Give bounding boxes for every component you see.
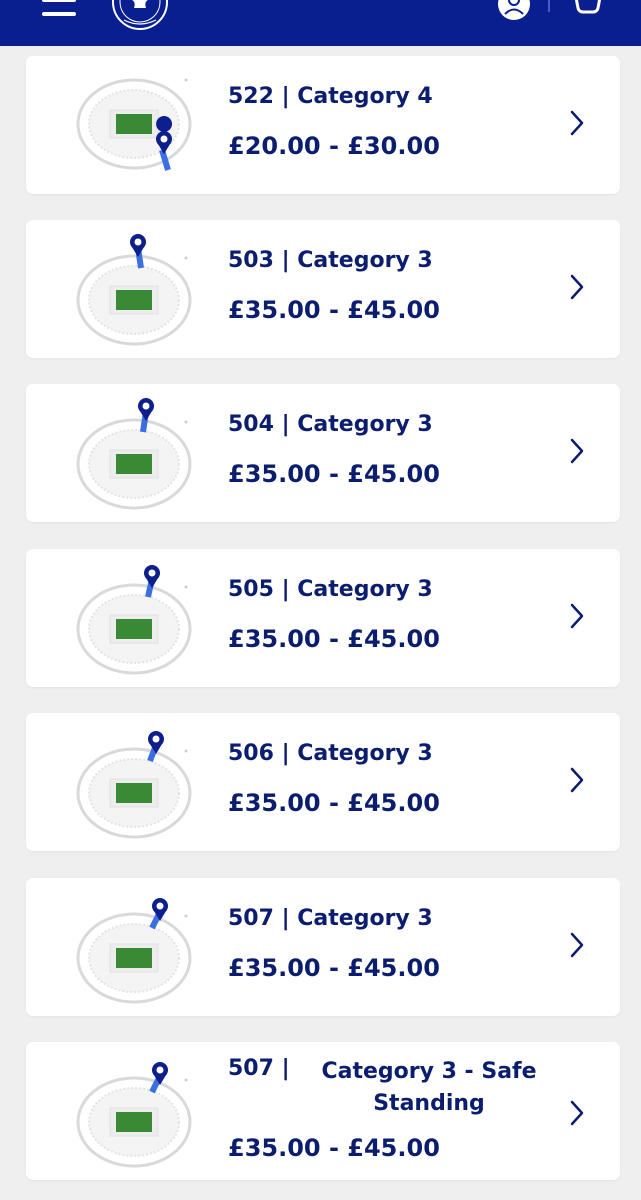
section-title: 507 | Category 3 (228, 906, 433, 931)
price-range: £35.00 - £45.00 (228, 296, 440, 324)
chevron-right-icon[interactable] (568, 1098, 586, 1128)
section-title: 503 | Category 3 (228, 248, 433, 273)
stadium-map-icon (76, 78, 192, 171)
price-range: £35.00 - £45.00 (228, 625, 440, 653)
price-range: £35.00 - £45.00 (228, 954, 440, 982)
chevron-right-icon[interactable] (568, 765, 586, 795)
section-card[interactable]: 522 | Category 4 £20.00 - £30.00 (26, 56, 620, 194)
section-title: 504 | Category 3 (228, 412, 433, 437)
stadium-map-icon (76, 731, 192, 839)
section-title: 505 | Category 3 (228, 577, 433, 602)
price-range: £35.00 - £45.00 (228, 789, 440, 817)
stadium-map-icon (76, 898, 192, 1004)
price-range: £35.00 - £45.00 (228, 460, 440, 488)
club-crest-icon[interactable] (110, 0, 170, 30)
section-card[interactable]: 504 | Category 3 £35.00 - £45.00 (26, 384, 620, 522)
section-card[interactable]: 507 | Category 3 £35.00 - £45.00 (26, 878, 620, 1016)
top-header (0, 0, 641, 46)
section-card[interactable]: 507 | Category 3 - Safe Standing £35.00 … (26, 1042, 620, 1180)
section-card[interactable]: 503 | Category 3 £35.00 - £45.00 (26, 220, 620, 358)
stadium-map-icon (76, 565, 192, 675)
section-title: 522 | Category 4 (228, 84, 433, 109)
basket-icon[interactable] (568, 0, 608, 22)
chevron-right-icon[interactable] (568, 108, 586, 138)
chevron-right-icon[interactable] (568, 272, 586, 302)
chevron-right-icon[interactable] (568, 601, 586, 631)
account-icon[interactable] (496, 0, 532, 24)
section-number: 507 | (228, 1056, 290, 1081)
price-range: £20.00 - £30.00 (228, 132, 440, 160)
price-range: £35.00 - £45.00 (228, 1134, 440, 1162)
section-category: Category 3 - Safe Standing (321, 1059, 537, 1116)
stadium-map-icon (76, 1062, 192, 1168)
section-title: 506 | Category 3 (228, 741, 433, 766)
menu-icon[interactable] (42, 0, 76, 20)
section-card[interactable]: 506 | Category 3 £35.00 - £45.00 (26, 713, 620, 851)
chevron-right-icon[interactable] (568, 930, 586, 960)
stadium-map-icon (76, 398, 192, 510)
header-divider (548, 0, 550, 12)
chevron-right-icon[interactable] (568, 436, 586, 466)
section-card[interactable]: 505 | Category 3 £35.00 - £45.00 (26, 549, 620, 687)
stadium-map-icon (76, 234, 192, 346)
